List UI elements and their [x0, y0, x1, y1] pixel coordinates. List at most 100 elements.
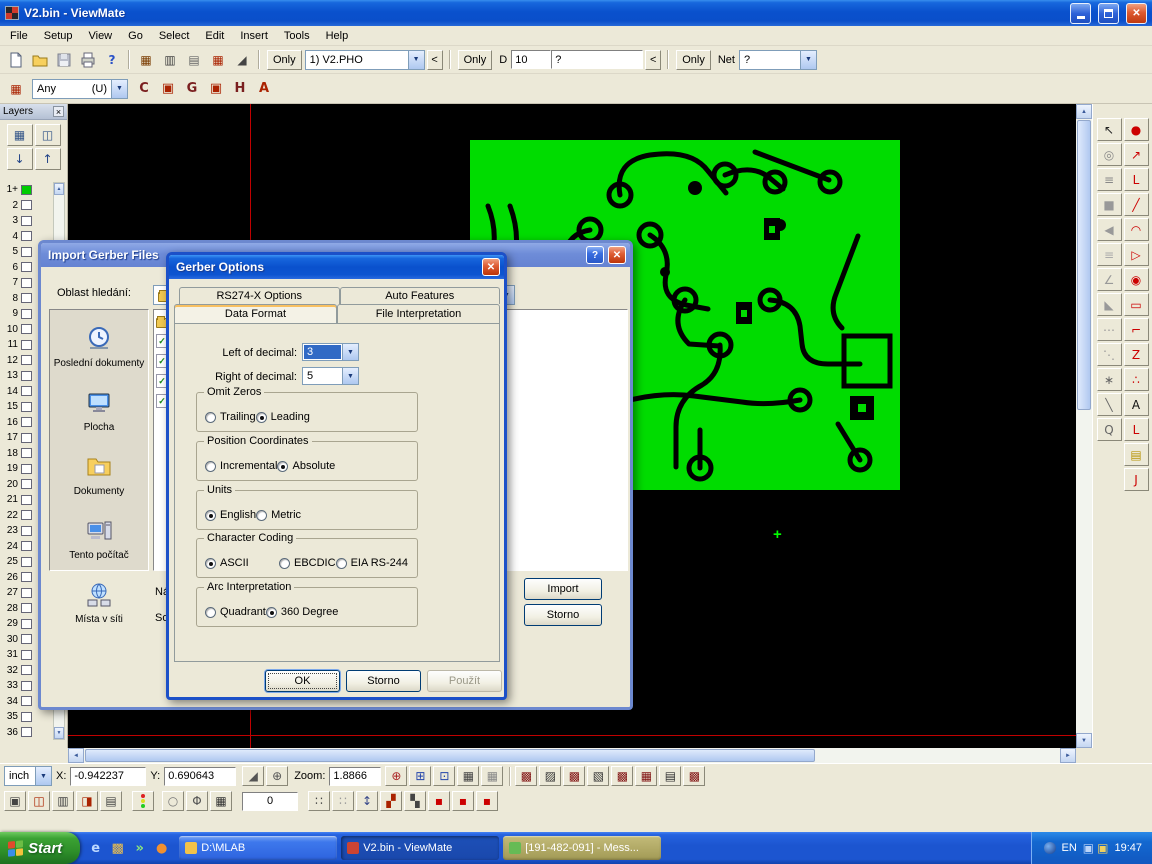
scroll-right-icon[interactable]: ► [1060, 748, 1076, 763]
layer-color-swatch[interactable] [21, 727, 32, 737]
layer-color-swatch[interactable] [21, 278, 32, 288]
minimize-button[interactable] [1070, 3, 1091, 24]
chevron-down-icon[interactable]: ▼ [342, 368, 358, 384]
text-tool-icon[interactable]: A [1124, 393, 1149, 416]
radio-option[interactable]: Leading [256, 411, 310, 423]
layer-combo[interactable]: 1) V2.PHO ▼ [305, 50, 425, 70]
browser-quicklaunch-icon[interactable]: ● [152, 838, 171, 858]
radio-option[interactable]: 360 Degree [266, 606, 339, 618]
menu-file[interactable]: File [2, 28, 36, 44]
zoom-in-icon[interactable]: ⊕ [385, 766, 407, 786]
measure-corner-icon[interactable]: ◢ [230, 48, 254, 71]
chevron-down-icon[interactable]: ▼ [800, 51, 816, 69]
red-mark-2-icon[interactable]: ▪ [452, 791, 474, 811]
layer-color-swatch[interactable] [21, 340, 32, 350]
tab[interactable]: Auto Features [340, 287, 501, 304]
draw-mode-6-icon[interactable]: ▦ [635, 766, 657, 786]
start-button[interactable]: Start [0, 832, 80, 864]
pad-grid-icon[interactable]: ▦ [206, 48, 230, 71]
hook-tool-icon[interactable]: J [1124, 468, 1149, 491]
any-filter-combo[interactable]: Any (U) ▼ [32, 79, 128, 99]
tab[interactable]: RS274-X Options [179, 287, 340, 304]
cancel-button[interactable]: Storno [524, 604, 602, 626]
chamfer-tool-icon[interactable]: ◣ [1097, 293, 1122, 316]
layer-table-icon[interactable]: ▦ [7, 124, 33, 146]
layer-row[interactable]: 2 [1, 198, 49, 214]
net-combo[interactable]: ? ▼ [739, 50, 817, 70]
language-indicator[interactable]: EN [1062, 842, 1077, 854]
task-mlab-folder[interactable]: D:\MLAB [179, 836, 337, 860]
radio-option[interactable]: EBCDIC [279, 557, 336, 569]
layer-color-swatch[interactable] [21, 479, 32, 489]
chevron-down-icon[interactable]: ▼ [35, 767, 51, 785]
previous-dcode-button[interactable]: < [645, 50, 661, 70]
layer-color-swatch[interactable] [21, 185, 32, 195]
desktop-quicklaunch-icon[interactable]: » [130, 838, 149, 858]
fill-rect-tool-icon[interactable]: ■ [1097, 193, 1122, 216]
polyline-tool-icon[interactable]: L [1124, 168, 1149, 191]
layer-color-swatch[interactable] [21, 371, 32, 381]
radio-option[interactable]: Incremental [205, 460, 277, 472]
ie-quicklaunch-icon[interactable]: e [86, 838, 105, 858]
pad-tool-icon[interactable]: ● [1124, 118, 1149, 141]
close-button[interactable]: ✕ [1126, 3, 1147, 24]
trace-tool-icon[interactable]: ╱ [1124, 193, 1149, 216]
layers-close-icon[interactable]: × [53, 106, 64, 117]
layer-color-swatch[interactable] [21, 681, 32, 691]
corner-tool-icon[interactable]: ⌐ [1124, 318, 1149, 341]
layer-color-swatch[interactable] [21, 526, 32, 536]
only-layer-toggle[interactable]: Only [267, 50, 302, 70]
radio-option[interactable]: English [205, 509, 256, 521]
draw-mode-1-icon[interactable]: ▩ [515, 766, 537, 786]
radio-option[interactable]: ASCII [205, 557, 279, 569]
scroll-up-icon[interactable]: ▲ [1076, 104, 1092, 119]
save-icon[interactable] [52, 48, 76, 71]
layer-down-icon[interactable]: ↓ [7, 148, 33, 170]
film-settings-icon[interactable]: ▤ [182, 48, 206, 71]
menu-go[interactable]: Go [120, 28, 151, 44]
draw-mode-7-icon[interactable]: ▤ [659, 766, 681, 786]
layer-color-swatch[interactable] [21, 634, 32, 644]
layer-merge-icon[interactable]: ◨ [76, 791, 98, 811]
dot-grid-fine-icon[interactable]: ∷ [308, 791, 330, 811]
place-network[interactable]: Místa v síti [51, 582, 147, 625]
layer-color-swatch[interactable] [21, 696, 32, 706]
menu-insert[interactable]: Insert [232, 28, 276, 44]
scroll-down-icon[interactable]: ▼ [1076, 733, 1092, 748]
selection-grid-icon[interactable]: ▦ [4, 77, 28, 100]
measure-point-icon[interactable]: ◎ [1097, 143, 1122, 166]
layers-panel-header[interactable]: Layers × [0, 104, 67, 120]
up-down-icon[interactable]: ↕ [356, 791, 378, 811]
menu-help[interactable]: Help [318, 28, 357, 44]
star-tool-icon[interactable]: ∗ [1097, 368, 1122, 391]
draw-mode-8-icon[interactable]: ▩ [683, 766, 705, 786]
tab[interactable]: Data Format [174, 304, 337, 323]
scroll-track[interactable] [816, 748, 1060, 763]
layer-color-swatch[interactable] [21, 216, 32, 226]
traffic-light-icon[interactable] [132, 791, 154, 811]
lamp-icon[interactable]: ○ [162, 791, 184, 811]
units-combo[interactable]: inch ▼ [4, 766, 52, 786]
layer-color-swatch[interactable] [21, 448, 32, 458]
hatch-right-icon[interactable]: ▚ [404, 791, 426, 811]
layer-color-swatch[interactable] [21, 510, 32, 520]
canvas-vertical-scrollbar[interactable]: ▲ ▼ [1076, 104, 1092, 748]
zigzag-tool-icon[interactable]: Z [1124, 343, 1149, 366]
layer-row[interactable]: 3 [1, 213, 49, 229]
layer-color-swatch[interactable] [21, 417, 32, 427]
place-my-computer[interactable]: Tento počítač [51, 518, 147, 561]
dot-grid-coarse-icon[interactable]: ∷ [332, 791, 354, 811]
draw-mode-2-icon[interactable]: ▨ [539, 766, 561, 786]
stack-tool-icon[interactable]: ≡ [1097, 168, 1122, 191]
scroll-left-icon[interactable]: ◄ [68, 748, 84, 763]
layer-color-swatch[interactable] [21, 650, 32, 660]
radio-option[interactable]: Absolute [277, 460, 335, 472]
menu-select[interactable]: Select [151, 28, 198, 44]
grid-snap-icon[interactable]: ▦ [481, 766, 503, 786]
component-select-icon[interactable]: C [132, 77, 156, 100]
help-icon[interactable]: ? [586, 246, 604, 264]
red-mark-1-icon[interactable]: ▪ [428, 791, 450, 811]
chevron-down-icon[interactable]: ▼ [342, 344, 358, 360]
only-dcode-toggle[interactable]: Only [458, 50, 493, 70]
apply-button[interactable]: Použít [427, 670, 502, 692]
